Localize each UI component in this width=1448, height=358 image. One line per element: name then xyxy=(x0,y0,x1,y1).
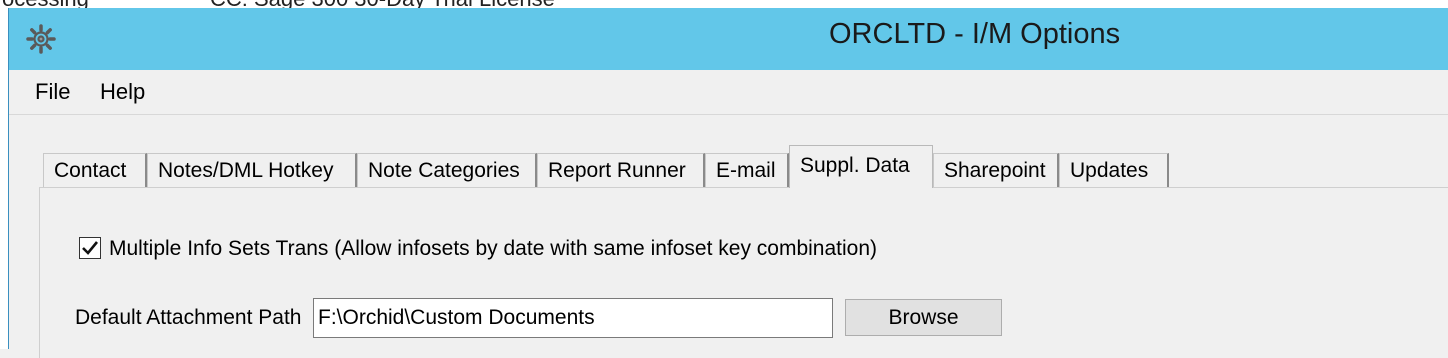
options-dialog: ORCLTD - I/M Options File Help Contact N… xyxy=(8,8,1448,358)
window-title: ORCLTD - I/M Options xyxy=(829,18,1121,50)
multiple-info-sets-label: Multiple Info Sets Trans (Allow infosets… xyxy=(109,237,878,260)
tab-report-runner[interactable]: Report Runner xyxy=(537,153,705,187)
tab-note-categories[interactable]: Note Categories xyxy=(357,153,537,187)
multiple-info-sets-checkbox[interactable] xyxy=(79,237,101,259)
menu-help[interactable]: Help xyxy=(100,79,145,105)
attachment-path-input[interactable] xyxy=(313,298,833,338)
tab-updates[interactable]: Updates xyxy=(1059,153,1169,187)
title-bar[interactable]: ORCLTD - I/M Options xyxy=(9,8,1448,70)
browse-button[interactable]: Browse xyxy=(845,299,1002,336)
gear-icon[interactable] xyxy=(25,23,57,55)
tab-sharepoint[interactable]: Sharepoint xyxy=(933,153,1059,187)
tab-notes-dml-hotkey[interactable]: Notes/DML Hotkey xyxy=(147,153,357,187)
menu-bar: File Help xyxy=(9,70,1448,115)
menu-file[interactable]: File xyxy=(35,79,70,105)
tab-contact[interactable]: Contact xyxy=(43,153,147,187)
attachment-path-label: Default Attachment Path xyxy=(75,306,302,329)
tab-e-mail[interactable]: E-mail xyxy=(705,153,789,187)
tab-suppl-data[interactable]: Suppl. Data xyxy=(789,145,933,188)
checkmark-icon xyxy=(82,241,99,255)
client-area: Contact Notes/DML Hotkey Note Categories… xyxy=(9,115,1448,358)
